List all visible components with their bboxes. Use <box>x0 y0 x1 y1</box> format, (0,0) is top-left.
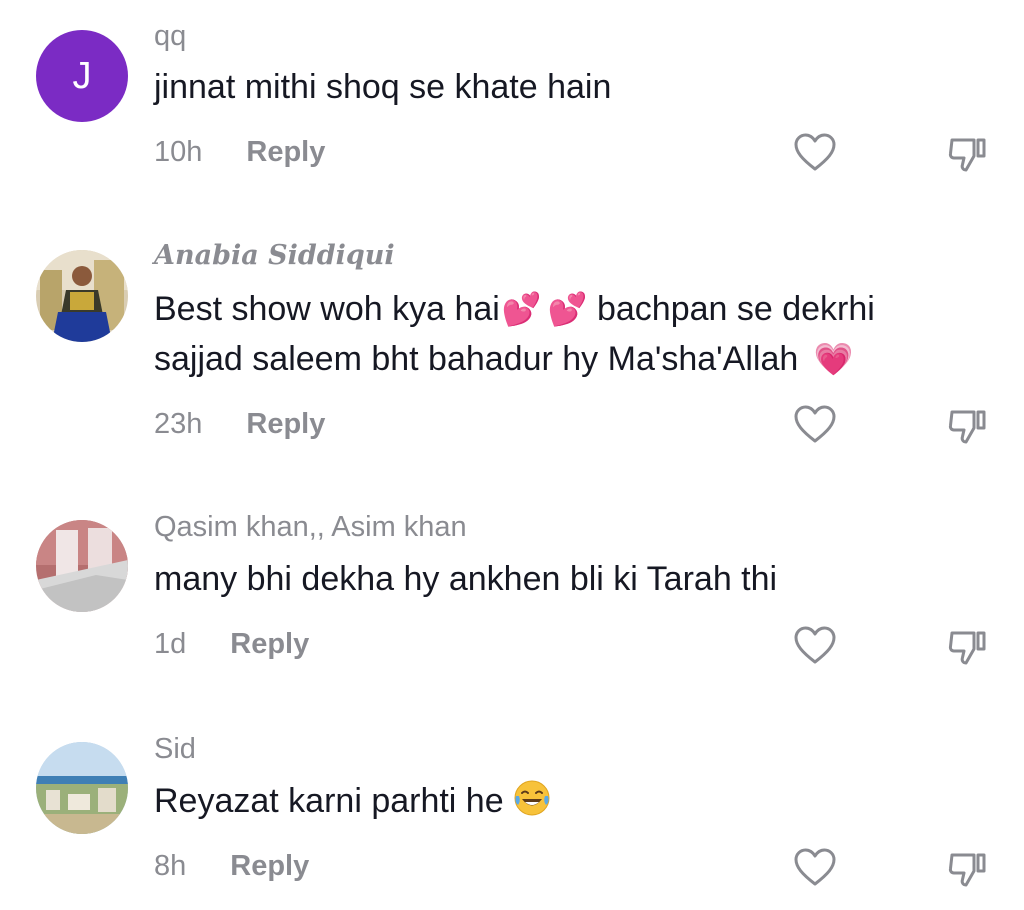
comment-username[interactable]: Sid <box>154 733 196 766</box>
avatar[interactable] <box>36 742 128 834</box>
avatar-photo <box>36 742 128 834</box>
laughing-tears-emoji-icon <box>514 780 550 816</box>
thumbs-down-icon <box>948 853 986 887</box>
like-button[interactable] <box>792 845 838 891</box>
comment-meta: 8h Reply <box>154 850 309 883</box>
reply-button[interactable]: Reply <box>230 850 309 883</box>
comment-text-body: Reyazat karni parhti he <box>154 782 504 820</box>
dislike-button[interactable] <box>944 845 990 891</box>
heart-outline-icon <box>794 848 836 886</box>
comment-text: Reyazat karni parhti he <box>154 776 994 826</box>
comment-item: Sid Reyazat karni parhti he 8h Reply <box>0 0 1024 910</box>
comment-time: 8h <box>154 850 187 882</box>
